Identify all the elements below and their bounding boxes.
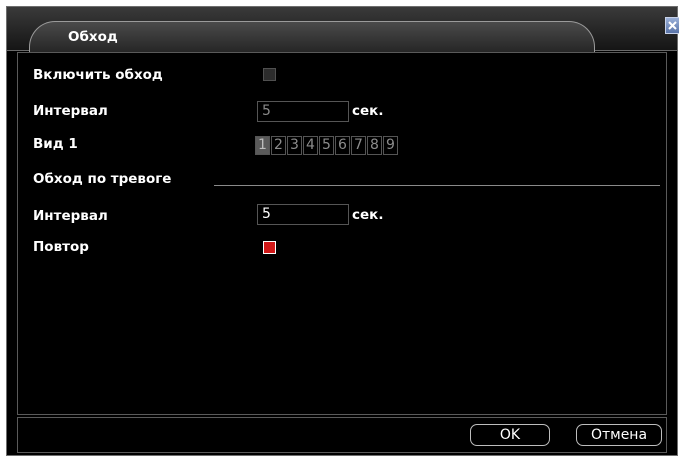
repeat-label: Повтор [33, 239, 89, 255]
alarm-interval-label: Интервал [33, 208, 108, 224]
title-bar: Обход [7, 7, 679, 52]
title-tab: Обход [29, 21, 595, 52]
view-button-8[interactable]: 8 [367, 136, 382, 155]
interval-input[interactable]: 5 [257, 101, 349, 122]
section-divider [214, 185, 660, 186]
view-buttons: 123456789 [255, 134, 399, 155]
cancel-button[interactable]: Отмена [576, 424, 662, 446]
enable-tour-label: Включить обход [33, 67, 163, 83]
window-title: Обход [68, 29, 118, 45]
interval-label: Интервал [33, 103, 108, 119]
view-button-7[interactable]: 7 [351, 136, 366, 155]
tour-dialog: Обход Включить обход Интервал 5 сек. Вид… [6, 6, 679, 456]
view-button-2[interactable]: 2 [271, 136, 286, 155]
ok-button[interactable]: OK [470, 424, 550, 446]
footer-bar: OK Отмена [17, 417, 667, 453]
alarm-interval-input[interactable]: 5 [257, 204, 349, 225]
view-label: Вид 1 [33, 136, 78, 152]
view-button-6[interactable]: 6 [335, 136, 350, 155]
repeat-checkbox[interactable] [263, 241, 276, 254]
alarm-tour-section-label: Обход по тревоге [33, 171, 172, 187]
alarm-interval-unit: сек. [352, 207, 384, 223]
close-icon [668, 21, 677, 30]
view-button-9[interactable]: 9 [383, 136, 398, 155]
view-button-1[interactable]: 1 [255, 136, 270, 155]
interval-unit: сек. [352, 103, 384, 119]
view-button-5[interactable]: 5 [319, 136, 334, 155]
view-button-4[interactable]: 4 [303, 136, 318, 155]
view-button-3[interactable]: 3 [287, 136, 302, 155]
enable-tour-checkbox[interactable] [263, 68, 276, 81]
close-button[interactable] [665, 17, 679, 34]
